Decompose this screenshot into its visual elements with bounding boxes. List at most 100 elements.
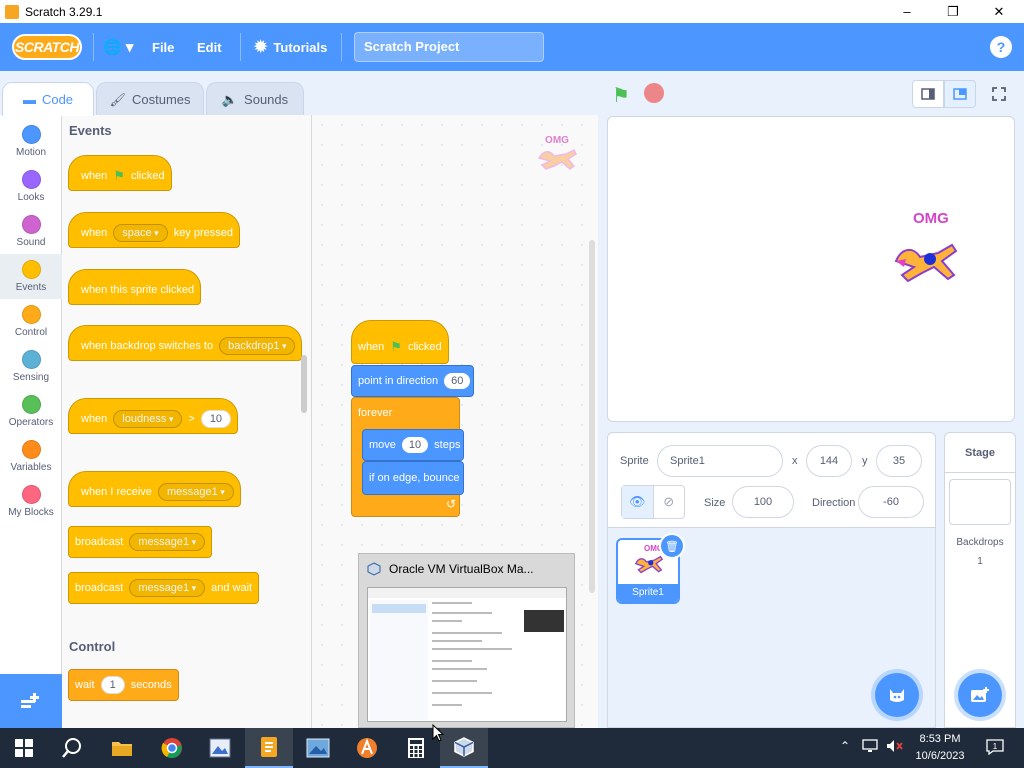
wait-seconds-block[interactable]: wait 1 seconds	[68, 669, 179, 701]
fullscreen-icon[interactable]	[983, 80, 1015, 108]
green-flag-button[interactable]: ⚑	[612, 83, 630, 108]
delete-sprite-icon[interactable]: 🗑	[659, 533, 685, 559]
mouse-cursor-icon	[432, 724, 444, 742]
system-clock[interactable]: 8:53 PM 10/6/2023	[908, 731, 972, 765]
block-text: clicked	[130, 170, 165, 182]
hide-eye-icon[interactable]: ⊘	[652, 486, 685, 518]
category-motion[interactable]: Motion	[0, 119, 62, 164]
category-label: Variables	[10, 462, 52, 473]
block-text: broadcast	[75, 582, 124, 594]
volume-muted-icon[interactable]	[886, 739, 904, 756]
normal-stage-icon	[953, 88, 967, 100]
small-stage-button[interactable]	[912, 80, 944, 108]
key-dropdown[interactable]: space	[113, 224, 168, 242]
when-key-pressed-block[interactable]: when space key pressed	[68, 212, 240, 248]
chrome-icon[interactable]	[148, 728, 196, 768]
when-flag-clicked-block[interactable]: when ⚑ clicked	[68, 155, 172, 191]
tutorials-menu[interactable]: ✹ Tutorials	[254, 23, 327, 71]
stage-canvas[interactable]: OMG	[607, 116, 1015, 422]
broadcast-block[interactable]: broadcast message1	[68, 526, 213, 558]
photo-editor-icon[interactable]	[196, 728, 244, 768]
edit-menu[interactable]: Edit	[197, 23, 222, 71]
file-menu[interactable]: File	[152, 23, 174, 71]
category-sensing[interactable]: Sensing	[0, 344, 62, 389]
direction-input[interactable]: -60	[858, 486, 924, 518]
loudness-value-input[interactable]: 10	[200, 410, 232, 428]
broadcast-and-wait-block[interactable]: broadcast message1 and wait	[68, 572, 260, 604]
direction-input[interactable]: 60	[444, 373, 471, 389]
when-backdrop-switches-block[interactable]: when backdrop switches to backdrop1	[68, 325, 303, 361]
message-dropdown[interactable]: message1	[129, 533, 206, 551]
size-input[interactable]: 100	[732, 486, 794, 518]
code-scrollbar[interactable]	[589, 240, 595, 593]
sprite-thumbnail	[634, 555, 664, 574]
file-explorer-icon[interactable]	[98, 728, 146, 768]
help-icon[interactable]: ?	[990, 36, 1012, 58]
search-icon[interactable]	[48, 728, 96, 768]
choose-backdrop-icon[interactable]	[958, 673, 1002, 717]
show-hidden-icons-icon[interactable]: ⌃	[840, 739, 850, 753]
block-text: if on edge, bounce	[369, 472, 460, 484]
block-text: broadcast	[75, 536, 124, 548]
tab-code[interactable]: ▬ Code	[2, 82, 94, 116]
sprite-watermark: OMG	[536, 135, 578, 177]
palette-scrollbar[interactable]	[301, 355, 307, 413]
small-stage-icon	[921, 88, 935, 100]
category-events[interactable]: Events	[0, 254, 62, 299]
sensor-dropdown[interactable]: loudness	[113, 410, 183, 428]
category-control[interactable]: Control	[0, 299, 62, 344]
scratch-taskbar-icon[interactable]	[245, 728, 293, 768]
virtualbox-taskbar-icon[interactable]	[440, 728, 488, 768]
y-input[interactable]: 35	[876, 445, 922, 477]
when-i-receive-block[interactable]: when I receive message1	[68, 471, 241, 507]
choose-sprite-icon[interactable]	[875, 673, 919, 717]
script-move-steps[interactable]: move 10 steps	[362, 429, 464, 461]
minimize-button[interactable]: –	[884, 0, 930, 23]
virtualbox-preview[interactable]: Oracle VM VirtualBox Ma...	[358, 553, 575, 728]
steps-input[interactable]: 10	[401, 437, 429, 453]
start-icon[interactable]	[0, 728, 48, 768]
x-input[interactable]: 144	[806, 445, 852, 477]
category-sound[interactable]: Sound	[0, 209, 62, 254]
sprite-name-input[interactable]: Sprite1	[657, 445, 783, 477]
show-eye-icon[interactable]: 👁	[622, 486, 653, 518]
message-dropdown[interactable]: message1	[129, 579, 206, 597]
notification-count: 1	[993, 742, 998, 751]
when-sprite-clicked-block[interactable]: when this sprite clicked	[68, 269, 202, 305]
control-dot-icon	[21, 305, 41, 324]
image-viewer-icon[interactable]	[294, 728, 342, 768]
when-loudness-block[interactable]: when loudness > 10	[68, 398, 239, 434]
my-blocks-dot-icon	[21, 485, 41, 504]
block-text: when this sprite clicked	[81, 284, 195, 296]
scratch-logo[interactable]: SCRATCH	[12, 34, 82, 60]
speaker-icon: 🔈	[221, 91, 239, 107]
script-when-flag-clicked[interactable]: when ⚑ clicked	[351, 320, 449, 364]
notification-center-icon[interactable]: 1	[984, 736, 1006, 758]
category-my-blocks[interactable]: My Blocks	[0, 479, 62, 524]
add-extension-icon[interactable]	[0, 674, 62, 728]
tab-costumes[interactable]: 🖌 Costumes	[96, 82, 204, 116]
category-operators[interactable]: Operators	[0, 389, 62, 434]
category-variables[interactable]: Variables	[0, 434, 62, 479]
title-bar: Scratch 3.29.1 – ❐ ✕	[0, 0, 1024, 23]
script-point-in-direction[interactable]: point in direction 60	[351, 365, 474, 397]
stop-button[interactable]	[644, 83, 664, 103]
normal-stage-button[interactable]	[944, 80, 976, 108]
message-dropdown[interactable]: message1	[157, 483, 234, 501]
backdrop-dropdown[interactable]: backdrop1	[219, 337, 296, 355]
wait-value-input[interactable]: 1	[100, 676, 125, 694]
network-icon[interactable]	[862, 739, 878, 756]
looks-dot-icon	[21, 170, 41, 189]
sprite-watermark-icon	[537, 148, 577, 170]
category-looks[interactable]: Looks	[0, 164, 62, 209]
scratch-window: Scratch 3.29.1 – ❐ ✕ SCRATCH 🌐 ▾ File Ed…	[0, 0, 1024, 768]
project-title-input[interactable]: Scratch Project	[354, 32, 544, 62]
script-bounce[interactable]: if on edge, bounce	[362, 461, 464, 495]
block-text: when	[358, 341, 385, 353]
sprite-character[interactable]	[892, 241, 960, 287]
maximize-button[interactable]: ❐	[930, 0, 976, 23]
close-button[interactable]: ✕	[976, 0, 1022, 23]
language-menu[interactable]: 🌐 ▾	[103, 23, 133, 71]
tab-sounds[interactable]: 🔈 Sounds	[206, 82, 304, 116]
app-a-icon[interactable]	[343, 728, 391, 768]
